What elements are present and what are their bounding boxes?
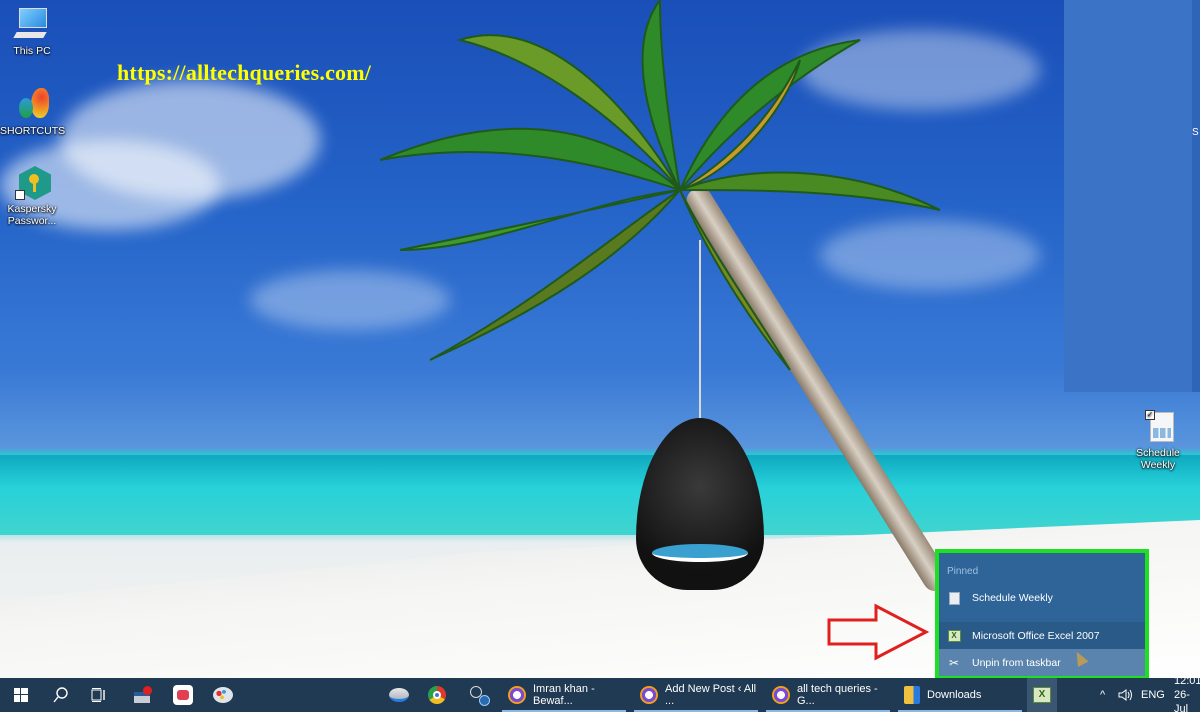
chrome-icon[interactable] bbox=[420, 678, 454, 712]
app-icon-2[interactable] bbox=[166, 678, 200, 712]
hammock-cushion bbox=[652, 544, 748, 562]
excel-icon: X bbox=[947, 629, 961, 643]
desktop-icon-this-pc[interactable]: This PC bbox=[0, 8, 64, 57]
task-view-icon[interactable] bbox=[82, 678, 116, 712]
taskbar-app-imran-khan[interactable]: Imran khan - Bewaf... bbox=[502, 678, 626, 712]
desktop-icon-label: Passwor... bbox=[7, 215, 57, 227]
jump-list-item-excel-app[interactable]: X Microsoft Office Excel 2007 bbox=[939, 622, 1145, 650]
hammock bbox=[636, 418, 764, 590]
unpin-from-taskbar-button[interactable]: ✂ Unpin from taskbar bbox=[939, 649, 1145, 676]
jump-list-item-schedule-weekly[interactable]: Schedule Weekly bbox=[939, 584, 1145, 612]
taskbar-app-downloads[interactable]: Downloads bbox=[898, 678, 1022, 712]
tray-chevron[interactable]: ^ bbox=[1100, 678, 1105, 712]
taskbar-app-label: Downloads bbox=[927, 689, 982, 701]
snap-panel bbox=[1064, 0, 1200, 392]
jump-list-item-label: Schedule Weekly bbox=[972, 592, 1053, 604]
search-icon[interactable] bbox=[44, 678, 78, 712]
sea bbox=[0, 455, 1200, 535]
volume-icon[interactable] bbox=[1118, 678, 1134, 712]
taskbar-app-label: all tech queries - G... bbox=[797, 683, 878, 707]
desktop-icon-label: SHORTCUTS bbox=[0, 125, 66, 137]
snap-panel-text: S bbox=[1192, 127, 1199, 138]
computer-icon bbox=[13, 8, 49, 42]
desktop-icon-schedule-weekly[interactable]: ✓ Schedule Weekly bbox=[1126, 410, 1190, 471]
taskbar-app-add-new-post[interactable]: Add New Post ‹ All ... bbox=[634, 678, 758, 712]
butterfly-icon bbox=[15, 88, 49, 122]
jump-list-item-label: Unpin from taskbar bbox=[972, 656, 1061, 669]
jump-list-item-label: Microsoft Office Excel 2007 bbox=[972, 630, 1100, 642]
desktop-icon-kaspersky[interactable]: Kaspersky Passwor... bbox=[0, 166, 64, 227]
excel-doc-icon bbox=[947, 591, 961, 605]
hammock-rope bbox=[699, 240, 701, 420]
desktop-icon-shortcuts[interactable]: SHORTCUTS bbox=[0, 88, 66, 137]
palm-fronds bbox=[379, 0, 940, 371]
taskbar-app-label: Imran khan - Bewaf... bbox=[533, 683, 595, 707]
desktop-icon-label: Kaspersky bbox=[7, 203, 57, 215]
desktop-icon-label: Weekly bbox=[1140, 459, 1176, 471]
watermark-url: https://alltechqueries.com/ bbox=[117, 60, 372, 85]
taskbar-excel-active[interactable]: X bbox=[1027, 678, 1057, 712]
browser-shield-icon bbox=[508, 686, 526, 704]
desktop-icon-label: Schedule bbox=[1136, 447, 1180, 459]
language-indicator[interactable]: ENG bbox=[1141, 678, 1165, 712]
app-icon-1[interactable] bbox=[126, 678, 160, 712]
excel-icon: X bbox=[1033, 687, 1051, 703]
paint-icon[interactable] bbox=[206, 678, 240, 712]
red-arrow-annotation bbox=[827, 603, 930, 661]
browser-shield-icon bbox=[772, 686, 790, 704]
jump-list: Pinned Schedule Weekly X Microsoft Offic… bbox=[935, 549, 1149, 678]
clock-time: 12:01 bbox=[1174, 675, 1200, 687]
taskbar-app-label: Add New Post ‹ All ... bbox=[665, 683, 757, 707]
taskbar-app-all-tech-queries[interactable]: all tech queries - G... bbox=[766, 678, 890, 712]
browser-shield-icon bbox=[640, 686, 658, 704]
taskbar: Imran khan - Bewaf... Add New Post ‹ All… bbox=[0, 675, 1200, 715]
kaspersky-key-icon bbox=[15, 166, 51, 200]
app-icon-3[interactable] bbox=[382, 678, 416, 712]
jump-list-section-pinned: Pinned bbox=[947, 566, 979, 577]
unpin-icon: ✂ bbox=[948, 655, 960, 670]
excel-file-icon: ✓ bbox=[1141, 410, 1175, 444]
desktop-icon-label: This PC bbox=[13, 45, 51, 57]
tool-icon[interactable] bbox=[462, 678, 496, 712]
clock[interactable]: 12:01 26-Jul bbox=[1174, 675, 1200, 715]
folder-icon bbox=[904, 686, 920, 704]
windows-start-icon[interactable] bbox=[4, 678, 38, 712]
